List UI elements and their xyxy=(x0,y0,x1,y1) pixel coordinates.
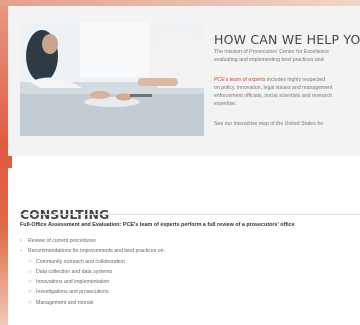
experts-line-3: enforcement officials, social scientists… xyxy=(214,93,333,99)
consulting-list-item-text: Data collection and data systems xyxy=(36,268,113,275)
chevron-bullet-icon: › xyxy=(20,248,22,255)
mission-line-1: The mission of Prosecutors' Center for E… xyxy=(214,49,329,55)
consulting-list-item: ○ Investigations and prosecutions xyxy=(20,287,350,297)
experts-line-1: PCE's team of experts includes highly re… xyxy=(214,76,360,84)
consulting-list-item: ○ Management and morale xyxy=(20,298,350,308)
mission-line-2: evaluating and implementing best practic… xyxy=(214,57,324,63)
experts-text: PCE's team of experts includes highly re… xyxy=(214,76,360,108)
experts-line-1-rest: includes highly respected xyxy=(265,77,326,83)
circle-bullet-icon: ○ xyxy=(28,279,32,286)
experts-line-2: on policy, innovation, legal issues and … xyxy=(214,85,333,91)
circle-bullet-icon: ○ xyxy=(28,258,32,265)
consulting-list-item-text: Recommendations for improvements and bes… xyxy=(28,248,165,255)
consulting-list-item: ○ Innovations and implementation xyxy=(20,277,350,287)
photo-illustration xyxy=(20,22,204,136)
mission-text: The mission of Prosecutors' Center for E… xyxy=(214,48,360,64)
consulting-list-item-text: Innovations and implementation xyxy=(36,279,110,286)
interactive-map-text: See our interactive map of the United St… xyxy=(214,120,360,128)
chevron-bullet-icon: › xyxy=(20,238,22,244)
office-meeting-photo xyxy=(20,22,204,136)
circle-bullet-icon: ○ xyxy=(28,268,32,275)
consulting-list-item: ○ Community outreach and collaboration xyxy=(20,257,350,267)
consulting-list-item-text: Review of current procedures xyxy=(28,238,96,244)
consulting-lead-text: Full-Office Assessment and Evaluation: P… xyxy=(20,222,295,228)
consulting-list-item: › Recommendations for improvements and be… xyxy=(20,246,350,256)
help-heading: HOW CAN WE HELP YOU? xyxy=(214,32,360,48)
circle-bullet-icon: ○ xyxy=(28,289,32,296)
consulting-list-item-text: Investigations and prosecutions xyxy=(36,289,109,296)
consulting-list-item-text: Community outreach and collaboration xyxy=(36,258,125,265)
consulting-list-item: ○ Data collection and data systems xyxy=(20,267,350,277)
experts-line-4: expertise. xyxy=(214,101,237,107)
team-of-experts-link[interactable]: PCE's team of experts xyxy=(214,77,265,83)
consulting-bullet-list: › Review of current procedures › Recommenda… xyxy=(20,236,350,308)
consulting-list-item-text: Management and morale xyxy=(36,299,94,306)
consulting-list-item: › Review of current procedures xyxy=(20,236,350,246)
consulting-divider xyxy=(20,214,360,215)
interactive-map-line: See our interactive map of the United St… xyxy=(214,121,324,127)
circle-bullet-icon: ○ xyxy=(28,299,32,306)
